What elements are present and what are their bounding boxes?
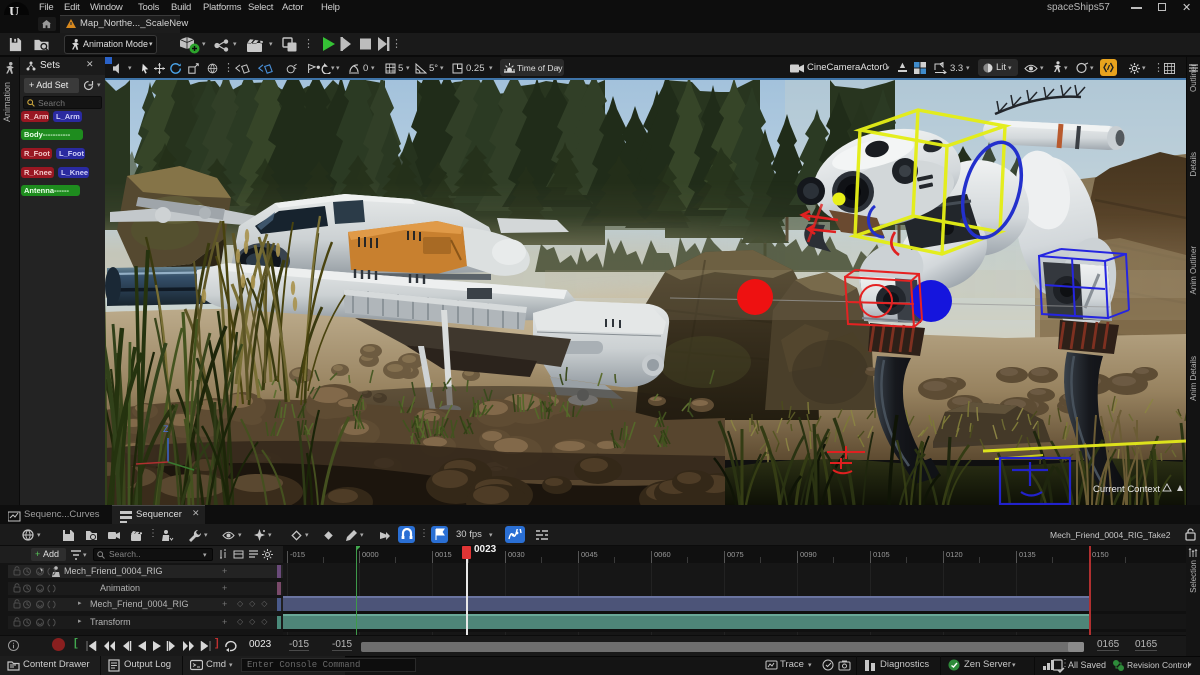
svg-text:Z: Z xyxy=(163,424,169,434)
svg-text:Current Context: Current Context xyxy=(1093,484,1160,495)
